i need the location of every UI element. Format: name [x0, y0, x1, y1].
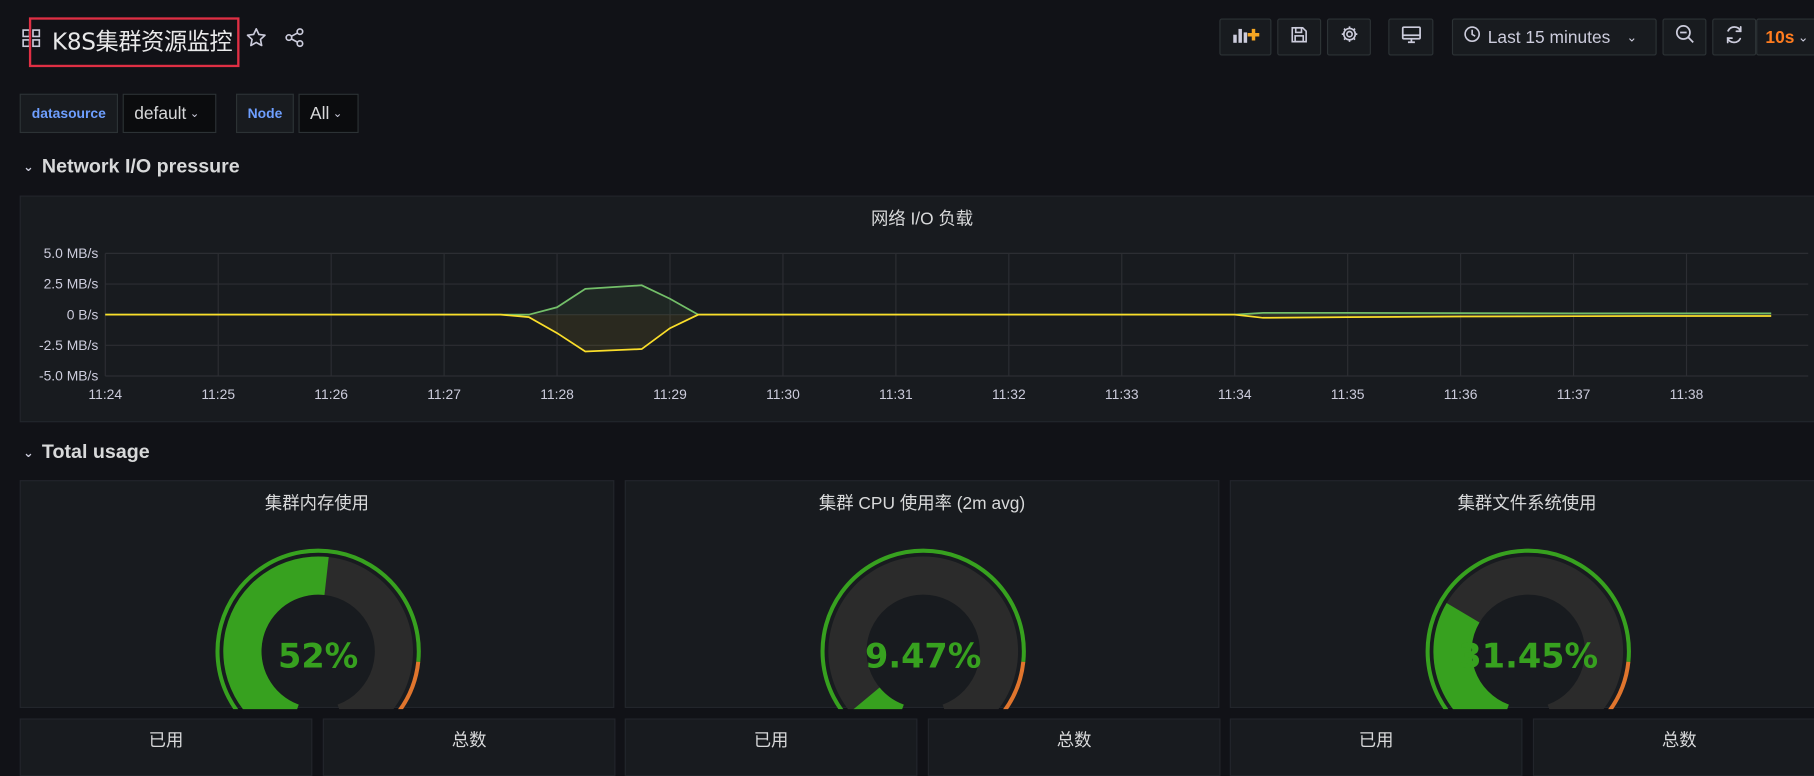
variable-label-datasource: datasource [19, 93, 119, 134]
stat-panel-fs-total: 总数 [1532, 718, 1814, 776]
y-tick-label: -5.0 MB/s [39, 368, 98, 384]
row-title: Network I/O pressure [41, 155, 240, 178]
x-tick-label: 11:35 [1331, 386, 1365, 402]
gauge-panel-filesystem: 集群文件系统使用 31.45% [1229, 480, 1814, 710]
gear-icon [1339, 24, 1359, 49]
x-tick-label: 11:25 [201, 386, 235, 402]
add-panel-button[interactable] [1219, 18, 1272, 56]
refresh-button[interactable] [1712, 18, 1757, 56]
add-panel-icon [1232, 25, 1260, 49]
datasource-select[interactable]: default ⌄ [122, 93, 217, 134]
chevron-down-icon: ⌄ [1626, 30, 1638, 45]
settings-button[interactable] [1326, 18, 1371, 56]
chevron-down-icon: ⌄ [332, 107, 343, 120]
time-range-label: Last 15 minutes [1487, 27, 1611, 47]
zoom-out-button[interactable] [1662, 18, 1707, 56]
refresh-interval-label: 10s [1765, 27, 1795, 47]
stat-panel-fs-used: 已用 [1229, 718, 1523, 776]
time-range-picker[interactable]: Last 15 minutes ⌄ [1451, 18, 1657, 56]
node-select[interactable]: All ⌄ [298, 93, 359, 134]
cpu-gauge: 9.47% [820, 548, 1026, 710]
refresh-interval-picker[interactable]: 10s ⌄ [1756, 18, 1814, 56]
x-tick-label: 11:38 [1670, 386, 1704, 402]
share-icon[interactable] [283, 27, 305, 55]
refresh-icon [1724, 24, 1745, 51]
star-icon[interactable] [245, 27, 267, 55]
datasource-value: default [134, 103, 187, 124]
x-tick-label: 11:27 [427, 386, 461, 402]
y-tick-label: -2.5 MB/s [39, 337, 98, 353]
row-header-total-usage[interactable]: ⌄ Total usage [23, 441, 150, 464]
gauge-track [828, 556, 1019, 710]
gauge-panel-cpu: 集群 CPU 使用率 (2m avg) 9.47% [624, 480, 1220, 710]
panel-title: 总数 [1661, 731, 1697, 751]
save-button[interactable] [1277, 18, 1322, 56]
panel-title: 已用 [148, 731, 184, 751]
stat-panel-memory-total: 总数 [322, 718, 616, 776]
gauge-value-text: 9.47% [865, 637, 981, 676]
x-tick-label: 11:32 [992, 386, 1026, 402]
row-title: Total usage [41, 440, 150, 463]
x-tick-label: 11:37 [1557, 386, 1591, 402]
x-tick-label: 11:31 [879, 386, 913, 402]
x-tick-label: 11:30 [766, 386, 800, 402]
network-io-panel: 网络 I/O 负载 5.0 MB/s 2.5 MB/s 0 B/s -2.5 MB/s… [19, 195, 1814, 423]
clock-icon [1463, 25, 1481, 48]
y-tick-label: 5.0 MB/s [44, 245, 99, 261]
series-area-1 [105, 314, 1772, 352]
stat-panel-cpu-total: 总数 [927, 718, 1221, 776]
x-tick-label: 11:36 [1444, 386, 1478, 402]
gauge-panel-memory: 集群内存使用 52% [19, 480, 615, 710]
series-line-0 [105, 284, 1772, 316]
cycle-view-button[interactable] [1388, 18, 1434, 56]
gauge-value-text: 52% [278, 637, 358, 676]
chevron-down-icon: ⌄ [1797, 30, 1809, 45]
y-tick-label: 2.5 MB/s [44, 276, 99, 292]
zoom-out-icon [1675, 24, 1695, 49]
panel-title: 已用 [1358, 731, 1394, 751]
chevron-down-icon: ⌄ [189, 107, 200, 120]
x-tick-label: 11:26 [314, 386, 348, 402]
memory-gauge: 52% [215, 548, 421, 710]
stat-panel-cpu-used: 已用 [624, 718, 918, 776]
gauge-value-arc [223, 556, 329, 710]
tv-icon [1400, 25, 1421, 49]
chevron-down-icon: ⌄ [23, 160, 34, 175]
x-tick-label: 11:33 [1105, 386, 1139, 402]
network-io-chart: 5.0 MB/s 2.5 MB/s 0 B/s -2.5 MB/s -5.0 MB/s 1… [39, 245, 1809, 402]
panel-title: 总数 [451, 731, 487, 751]
panel-title: 总数 [1056, 731, 1092, 751]
dashboard-title[interactable]: K8S集群资源监控 [52, 23, 233, 57]
row-header-network[interactable]: ⌄ Network I/O pressure [23, 155, 240, 178]
y-tick-label: 0 B/s [67, 306, 99, 322]
x-tick-label: 11:28 [540, 386, 574, 402]
series-area-0 [105, 285, 1772, 315]
filesystem-gauge: 31.45% [1425, 548, 1631, 710]
variable-label-node: Node [236, 93, 294, 134]
x-tick-label: 11:24 [88, 386, 122, 402]
x-tick-label: 11:29 [653, 386, 687, 402]
node-value: All [310, 103, 330, 124]
chevron-down-icon: ⌄ [23, 445, 34, 460]
stat-panel-memory-used: 已用 [19, 718, 313, 776]
series-line-1 [105, 313, 1772, 353]
save-icon [1290, 25, 1309, 49]
gauge-value-text: 31.45% [1458, 637, 1598, 676]
top-bar: K8S集群资源监控 Last 15 minutes ⌄ 10s ⌄ [0, 0, 1814, 75]
panel-title: 已用 [753, 731, 789, 751]
x-tick-label: 11:34 [1218, 386, 1252, 402]
